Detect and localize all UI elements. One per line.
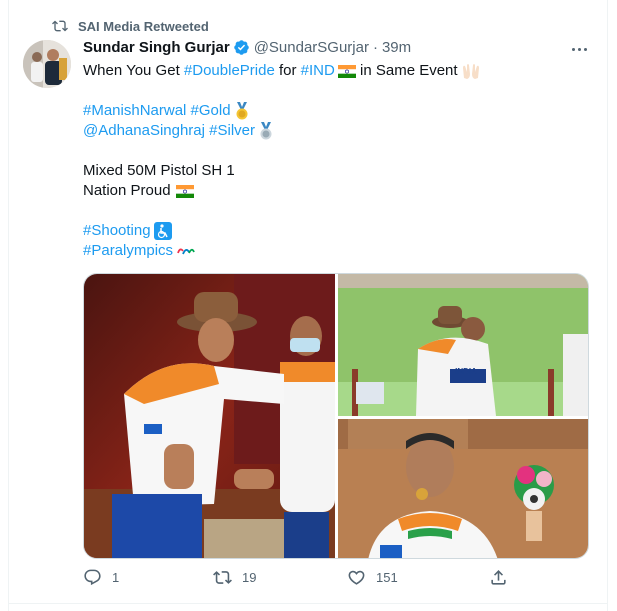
timestamp[interactable]: 39m [382, 39, 411, 56]
separator: · [372, 39, 378, 56]
retweet-count: 19 [242, 570, 257, 585]
reply-count: 1 [112, 570, 120, 585]
divider [8, 603, 608, 604]
more-options-button[interactable] [568, 40, 590, 58]
india-flag-icon [337, 64, 356, 78]
like-button[interactable]: 151 [347, 568, 398, 587]
retweet-context[interactable]: SAI Media Retweeted [52, 18, 209, 34]
hashtag-silver[interactable]: #Silver [209, 121, 255, 141]
share-button[interactable] [489, 568, 508, 587]
india-flag-icon [175, 184, 194, 198]
gold-medal-icon [236, 102, 248, 120]
athlete-biting-medal-photo[interactable] [338, 419, 589, 559]
avatar[interactable] [23, 40, 71, 88]
paralympics-agitos-icon [177, 248, 195, 255]
reply-button[interactable]: 1 [83, 568, 119, 587]
raised-hands-icon [462, 64, 479, 79]
avatar-photo [23, 40, 71, 88]
text-segment: When You Get [83, 62, 184, 79]
author-handle[interactable]: @SundarSGurjar [254, 39, 369, 56]
text-segment: in Same Event [355, 62, 458, 79]
hashtag-paralympics[interactable]: #Paralympics [83, 241, 173, 261]
tweet-text: When You Get #DoublePride for #IND in Sa… [83, 61, 593, 261]
more-dot-icon [571, 47, 575, 51]
share-icon [491, 570, 506, 585]
more-dot-icon [583, 47, 587, 51]
heart-icon [348, 570, 365, 585]
tweet-actions: 1 19 151 [0, 568, 617, 592]
jersey-text: INDIA [455, 367, 477, 376]
retweet-button[interactable]: 19 [213, 568, 256, 587]
reply-icon [84, 569, 101, 586]
text-segment: Nation Proud [83, 182, 171, 199]
athletes-embrace-photo[interactable]: INDIA [338, 274, 589, 416]
hashtag-gold[interactable]: #Gold [191, 101, 231, 121]
text-segment: for [274, 62, 301, 79]
silver-medal-icon [260, 122, 272, 140]
media-grid[interactable]: INDIA [83, 273, 589, 559]
tweet-header: Sundar Singh Gurjar @SundarSGurjar · 39m [83, 39, 411, 56]
hashtag-shooting[interactable]: #Shooting [83, 221, 151, 241]
like-count: 151 [376, 570, 398, 585]
hashtag-manishnarwal[interactable]: #ManishNarwal [83, 101, 186, 121]
retweet-icon [213, 571, 232, 584]
wheelchair-symbol-icon [153, 222, 172, 240]
mention-adhanasinghraj[interactable]: @AdhanaSinghraj [83, 121, 205, 141]
more-dot-icon [577, 47, 581, 51]
event-name: Mixed 50M Pistol SH 1 [83, 162, 235, 179]
verified-badge-icon [233, 40, 249, 55]
author-name[interactable]: Sundar Singh Gurjar [83, 39, 230, 56]
hashtag-doublepride[interactable]: #DoublePride [184, 61, 275, 81]
hashtag-ind[interactable]: #IND [301, 61, 335, 81]
retweet-icon [52, 20, 68, 32]
retweet-label[interactable]: SAI Media Retweeted [78, 19, 209, 34]
athletes-hugging-photo[interactable] [84, 274, 335, 559]
